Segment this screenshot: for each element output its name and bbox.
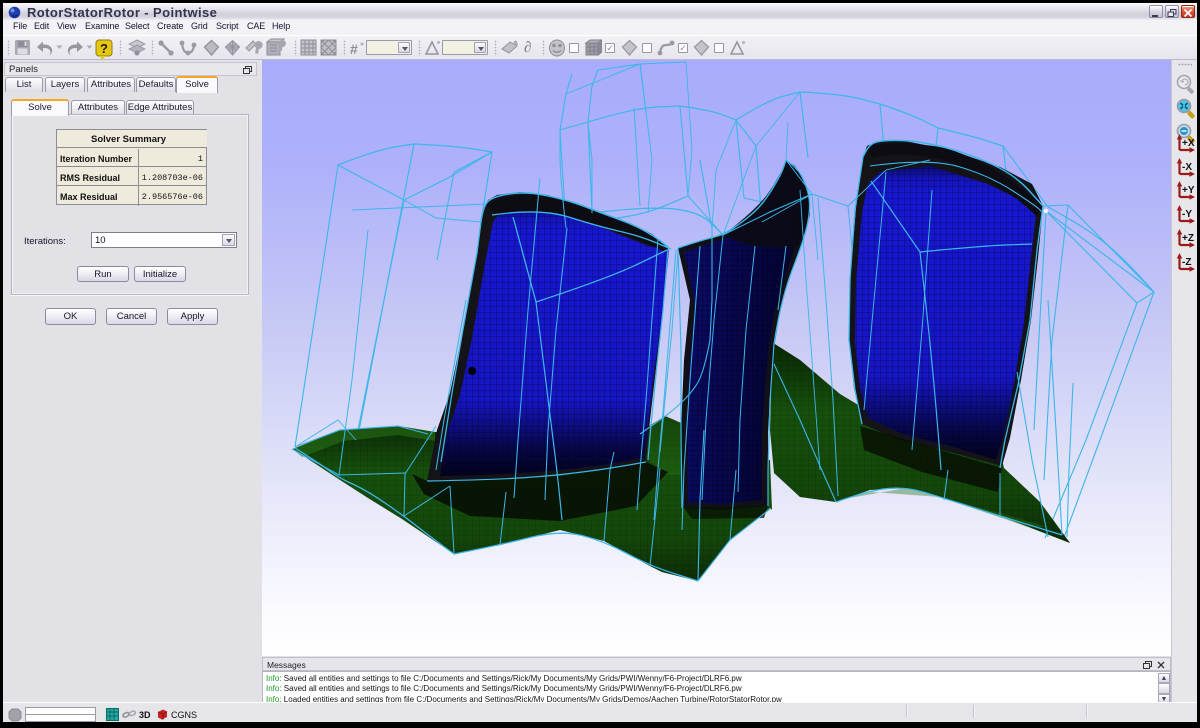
- svg-text:?: ?: [100, 41, 108, 56]
- svg-text:#: #: [350, 41, 358, 57]
- svg-text:-Z: -Z: [1182, 257, 1191, 268]
- svg-text:-Y: -Y: [1182, 209, 1192, 220]
- svg-text:+Y: +Y: [1182, 185, 1195, 196]
- svg-text:+Z: +Z: [1182, 233, 1194, 244]
- svg-text:+X: +X: [1182, 138, 1195, 149]
- svg-text:-X: -X: [1182, 162, 1192, 173]
